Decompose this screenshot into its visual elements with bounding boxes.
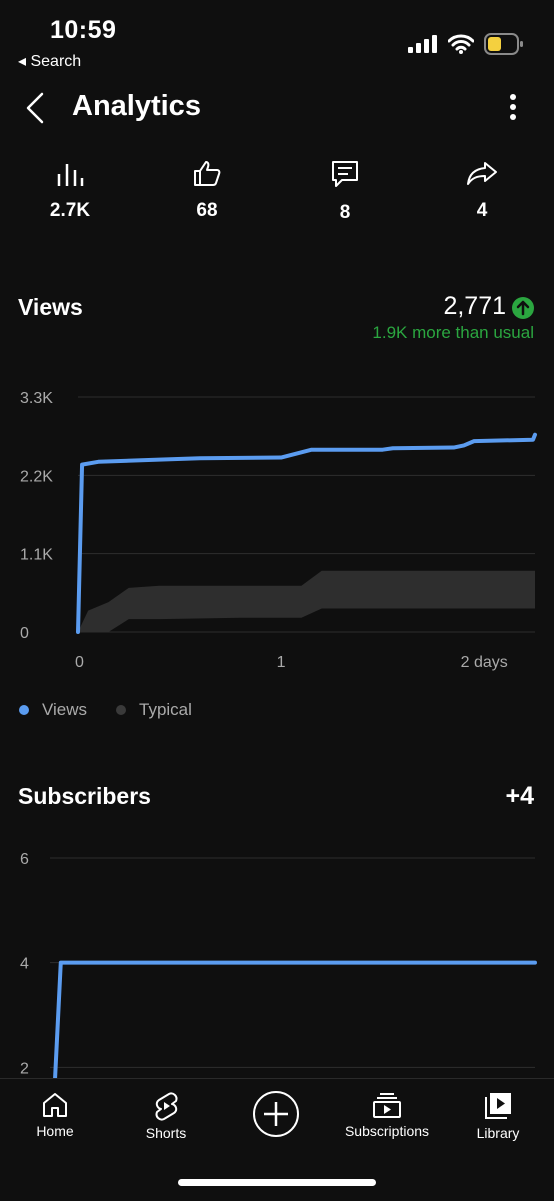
comment-icon xyxy=(332,161,358,187)
shorts-icon xyxy=(155,1092,178,1121)
legend-typical-dot xyxy=(116,705,126,715)
share-icon xyxy=(467,162,497,185)
nav-subscriptions[interactable]: Subscriptions xyxy=(337,1091,437,1139)
legend-views-dot xyxy=(19,705,29,715)
plus-circle-icon xyxy=(253,1091,299,1137)
subscribers-y-tick: 4 xyxy=(20,956,29,973)
signal-icon xyxy=(408,35,437,53)
nav-home-label: Home xyxy=(36,1123,74,1139)
status-icons xyxy=(408,33,524,55)
arrow-up-icon xyxy=(516,300,530,316)
stat-comments-value: 8 xyxy=(339,202,351,223)
subscribers-y-tick: 2 xyxy=(20,1060,29,1077)
views-x-tick: 0 xyxy=(75,654,84,671)
legend-views-label: Views xyxy=(42,700,88,719)
library-icon xyxy=(485,1093,511,1119)
views-x-tick: 1 xyxy=(277,654,286,671)
stat-views[interactable]: 2.7K xyxy=(25,160,115,222)
views-y-tick: 3.3K xyxy=(20,390,53,407)
back-button[interactable] xyxy=(18,88,54,128)
subscribers-chart: 2 4 6 xyxy=(20,851,537,1078)
views-y-tick: 1.1K xyxy=(20,547,53,564)
subscriptions-icon xyxy=(373,1093,401,1118)
views-total: 2,771 xyxy=(443,292,506,320)
nav-shorts-label: Shorts xyxy=(145,1125,187,1141)
status-back-to-search[interactable]: ◂ Search xyxy=(18,51,81,71)
nav-home[interactable]: Home xyxy=(25,1091,85,1139)
stat-shares-value: 4 xyxy=(476,200,488,221)
page-title: Analytics xyxy=(72,90,201,122)
stat-views-value: 2.7K xyxy=(49,200,91,221)
nav-shorts[interactable]: Shorts xyxy=(130,1091,202,1141)
subscribers-series-line xyxy=(53,960,537,1078)
more-options-button[interactable] xyxy=(498,90,528,126)
chevron-left-icon xyxy=(26,92,44,124)
trend-up-badge xyxy=(512,297,534,319)
subscribers-y-tick: 6 xyxy=(20,851,29,868)
home-indicator xyxy=(178,1179,376,1186)
more-vertical-icon xyxy=(510,94,516,120)
subscribers-section-title: Subscribers xyxy=(18,783,151,809)
views-chart: 0 1.1K 2.2K 3.3K 0 1 2 days xyxy=(20,390,537,671)
subscribers-total: +4 xyxy=(505,782,534,810)
legend-typical-label: Typical xyxy=(139,700,192,719)
wifi-icon xyxy=(448,34,474,54)
home-icon xyxy=(43,1093,67,1117)
views-y-tick: 0 xyxy=(20,625,29,642)
views-typical-band xyxy=(78,570,535,632)
views-x-tick: 2 days xyxy=(461,654,508,671)
thumbs-up-icon xyxy=(194,161,221,186)
battery-icon xyxy=(484,33,523,55)
nav-subscriptions-label: Subscriptions xyxy=(344,1123,430,1139)
views-section-title: Views xyxy=(18,294,83,320)
views-comparison: 1.9K more than usual xyxy=(372,323,534,342)
views-y-tick: 2.2K xyxy=(20,468,53,485)
status-time: 10:59 xyxy=(50,16,117,44)
views-bars-icon xyxy=(57,164,84,186)
stat-comments[interactable]: 8 xyxy=(300,160,390,224)
stat-shares[interactable]: 4 xyxy=(437,160,527,222)
nav-library[interactable]: Library xyxy=(468,1091,528,1141)
nav-library-label: Library xyxy=(476,1125,520,1141)
stat-likes-value: 68 xyxy=(196,200,218,221)
stat-likes[interactable]: 68 xyxy=(162,160,252,222)
nav-create-button[interactable] xyxy=(250,1089,302,1143)
